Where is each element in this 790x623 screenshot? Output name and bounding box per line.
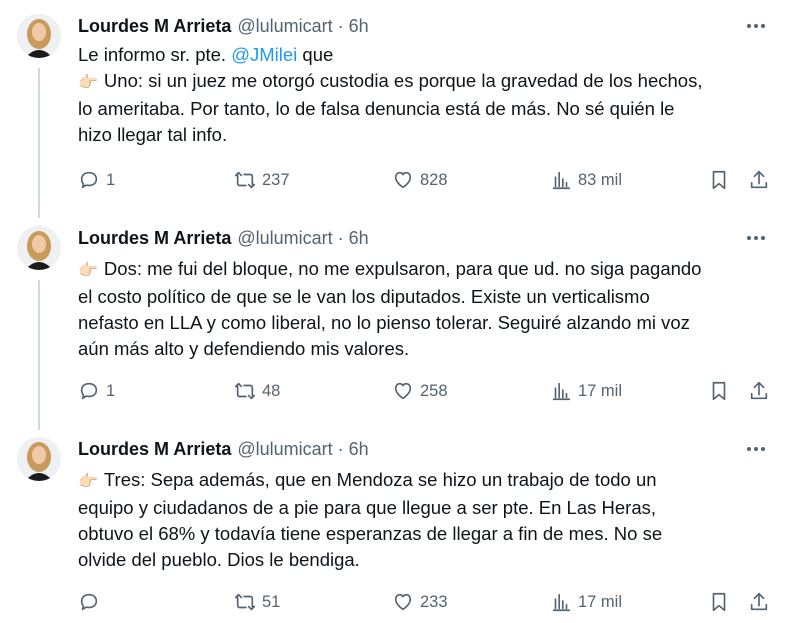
action-bar: 1 48 258 17 mil (78, 379, 778, 403)
like-button[interactable]: 233 (392, 590, 448, 614)
views-count: 17 mil (578, 381, 623, 400)
share-icon (750, 381, 768, 400)
author-name[interactable]: Lourdes M Arrieta (78, 228, 231, 249)
text-line: hizo llegar tal info. (78, 124, 228, 145)
views-count: 83 mil (578, 170, 623, 189)
more-icon[interactable] (744, 226, 768, 250)
bookmark-button[interactable] (708, 590, 730, 614)
tweet-3[interactable]: Lourdes M Arrieta @lulumicart · 6h 👉🏻 Tre… (0, 437, 790, 623)
views-count: 17 mil (578, 592, 623, 611)
reply-icon (80, 593, 98, 611)
retweet-count: 237 (262, 170, 290, 189)
more-icon[interactable] (744, 14, 768, 38)
retweet-count: 51 (262, 592, 281, 611)
mention-link[interactable]: @JMilei (231, 44, 297, 65)
reply-button[interactable] (78, 590, 106, 614)
separator-dot: · (337, 227, 344, 248)
share-button[interactable] (748, 379, 770, 403)
retweet-button[interactable]: 48 (234, 379, 280, 403)
bookmark-button[interactable] (708, 379, 730, 403)
more-icon[interactable] (744, 437, 768, 461)
heart-icon (394, 593, 412, 611)
text-line: 👉🏻 Tres: Sepa además, que en Mendoza se h… (78, 467, 778, 495)
reply-button[interactable]: 1 (78, 168, 115, 192)
share-icon (750, 592, 768, 611)
action-bar: 51 233 17 mil (78, 590, 778, 614)
text-line: lo ameritaba. Por tanto, lo de falsa den… (78, 98, 675, 119)
like-button[interactable]: 828 (392, 168, 448, 192)
bookmark-icon (712, 592, 726, 612)
tweet-header: Lourdes M Arrieta @lulumicart · 6h (78, 14, 369, 38)
tweet-text: Le informo sr. pte. @JMilei que 👉🏻 Uno: s… (78, 42, 778, 148)
pointing-hand-icon: 👉🏻 (78, 74, 98, 91)
author-handle[interactable]: @lulumicart (237, 228, 332, 249)
like-count: 233 (420, 592, 448, 611)
retweet-button[interactable]: 51 (234, 590, 280, 614)
avatar[interactable] (17, 226, 61, 270)
text-line: aún más alto y defendiendo mis valores. (78, 338, 410, 359)
text-line: 👉🏻 Dos: me fui del bloque, no me expulsar… (78, 256, 778, 284)
separator-dot: · (337, 438, 344, 459)
reply-icon (80, 171, 98, 189)
text-line: nefasto en LLA y como liberal, no lo pie… (78, 312, 690, 333)
like-button[interactable]: 258 (392, 379, 448, 403)
text-line: Le informo sr. pte. @JMilei que (78, 44, 334, 65)
tweet-text: 👉🏻 Dos: me fui del bloque, no me expulsar… (78, 256, 778, 362)
retweet-count: 48 (262, 381, 281, 400)
retweet-icon (235, 593, 255, 611)
text-line: olvide del pueblo. Dios le bendiga. (78, 549, 360, 570)
timestamp[interactable]: 6h (349, 16, 369, 37)
separator-dot: · (337, 15, 344, 36)
avatar[interactable] (17, 437, 61, 481)
retweet-button[interactable]: 237 (234, 168, 290, 192)
text-line: 👉🏻 Uno: si un juez me otorgó custodia es … (78, 68, 778, 96)
tweet-1[interactable]: Lourdes M Arrieta @lulumicart · 6h Le in… (0, 14, 790, 214)
retweet-icon (235, 171, 255, 189)
reply-icon (80, 382, 98, 400)
text-line: obtuvo el 68% y todavía tiene esperanzas… (78, 523, 663, 544)
action-bar: 1 237 828 83 mil (78, 168, 778, 192)
bookmark-icon (712, 170, 726, 190)
views-button[interactable]: 17 mil (550, 379, 622, 403)
author-handle[interactable]: @lulumicart (237, 16, 332, 37)
tweet-header: Lourdes M Arrieta @lulumicart · 6h (78, 437, 369, 461)
views-icon (552, 593, 571, 612)
text-line: equipo y ciudadanos de a pie para que ll… (78, 497, 657, 518)
tweet-2[interactable]: Lourdes M Arrieta @lulumicart · 6h 👉🏻 Dos… (0, 226, 790, 426)
pointing-hand-icon: 👉🏻 (78, 473, 98, 490)
share-icon (750, 170, 768, 189)
like-count: 258 (420, 381, 448, 400)
text-line: el costo político de que se le van los d… (78, 286, 650, 307)
retweet-icon (235, 382, 255, 400)
reply-count: 1 (106, 381, 116, 400)
reply-button[interactable]: 1 (78, 379, 115, 403)
pointing-hand-icon: 👉🏻 (78, 262, 98, 279)
tweet-header: Lourdes M Arrieta @lulumicart · 6h (78, 226, 369, 250)
like-count: 828 (420, 170, 448, 189)
views-button[interactable]: 83 mil (550, 168, 622, 192)
heart-icon (394, 171, 412, 189)
views-icon (552, 382, 571, 401)
views-button[interactable]: 17 mil (550, 590, 622, 614)
avatar[interactable] (17, 14, 61, 58)
views-icon (552, 171, 571, 190)
heart-icon (394, 382, 412, 400)
bookmark-button[interactable] (708, 168, 730, 192)
share-button[interactable] (748, 590, 770, 614)
author-handle[interactable]: @lulumicart (237, 439, 332, 460)
timestamp[interactable]: 6h (349, 439, 369, 460)
reply-count: 1 (106, 170, 116, 189)
author-name[interactable]: Lourdes M Arrieta (78, 16, 231, 37)
tweet-text: 👉🏻 Tres: Sepa además, que en Mendoza se h… (78, 467, 778, 573)
author-name[interactable]: Lourdes M Arrieta (78, 439, 231, 460)
timestamp[interactable]: 6h (349, 228, 369, 249)
bookmark-icon (712, 381, 726, 401)
share-button[interactable] (748, 168, 770, 192)
